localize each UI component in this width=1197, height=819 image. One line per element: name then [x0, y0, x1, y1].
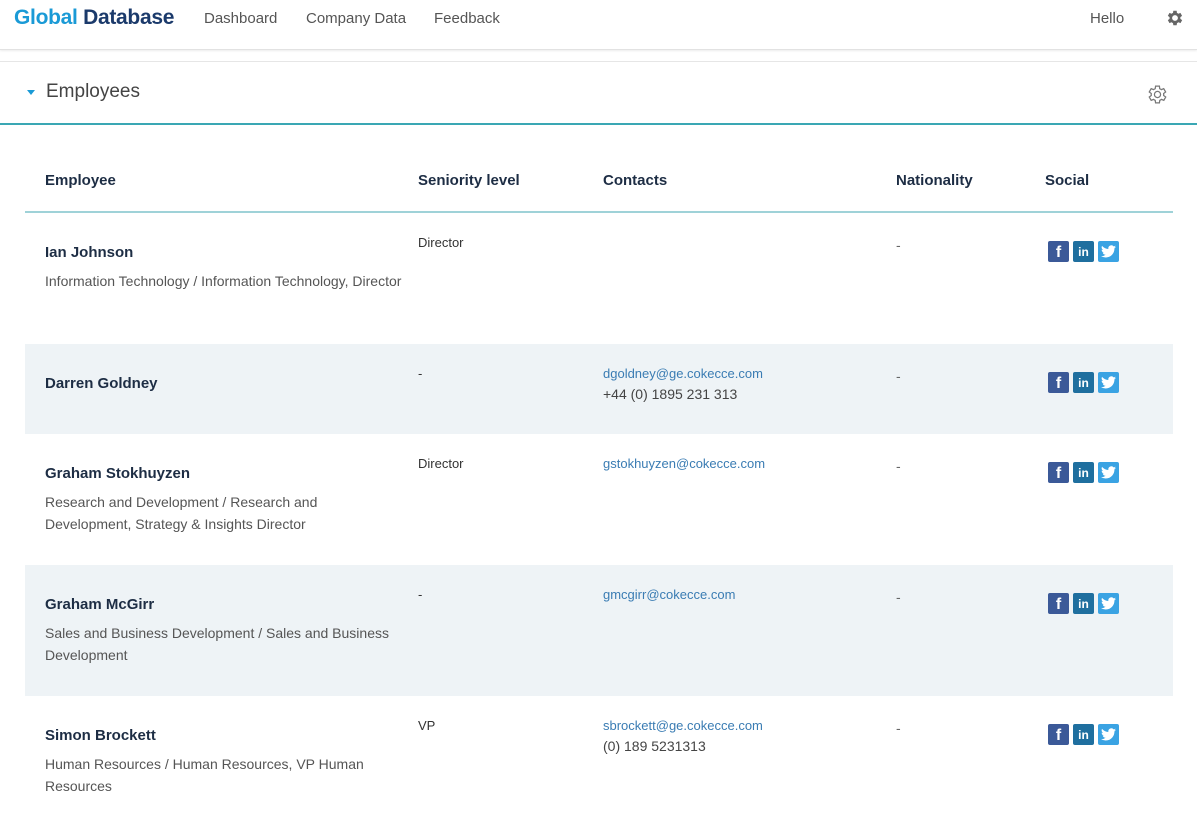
table-row: Ian Johnson Information Technology / Inf…	[25, 213, 1173, 344]
employee-department: Information Technology / Information Tec…	[45, 273, 402, 289]
seniority-level: -	[418, 366, 423, 381]
table-row: Simon Brockett Human Resources / Human R…	[25, 696, 1173, 819]
facebook-icon[interactable]: f	[1048, 241, 1069, 262]
logo-part-database: Database	[83, 6, 175, 29]
facebook-icon[interactable]: f	[1048, 462, 1069, 483]
linkedin-icon[interactable]: in	[1073, 724, 1094, 745]
facebook-icon[interactable]: f	[1048, 593, 1069, 614]
table-row: Darren Goldney - dgoldney@ge.cokecce.com…	[25, 344, 1173, 434]
social-links: f in	[1048, 372, 1119, 393]
seniority-level: -	[418, 587, 423, 602]
employee-name[interactable]: Graham Stokhuyzen	[45, 465, 190, 482]
nationality: -	[896, 237, 901, 253]
employee-name[interactable]: Graham McGirr	[45, 596, 154, 613]
header-nationality[interactable]: Nationality	[896, 172, 973, 189]
header-employee[interactable]: Employee	[45, 172, 116, 189]
twitter-icon[interactable]	[1098, 724, 1119, 745]
linkedin-icon[interactable]: in	[1073, 241, 1094, 262]
employee-name[interactable]: Ian Johnson	[45, 244, 133, 261]
facebook-icon[interactable]: f	[1048, 724, 1069, 745]
top-navbar: Global Database Dashboard Company Data F…	[0, 0, 1197, 50]
employee-department: Human Resources / Human Resources, VP Hu…	[45, 756, 364, 794]
social-links: f in	[1048, 724, 1119, 745]
social-links: f in	[1048, 241, 1119, 262]
twitter-icon[interactable]	[1098, 372, 1119, 393]
header-contacts[interactable]: Contacts	[603, 172, 667, 189]
employee-name[interactable]: Simon Brockett	[45, 727, 156, 744]
employees-table: Employee Seniority level Contacts Nation…	[25, 140, 1173, 819]
nationality: -	[896, 720, 901, 736]
section-title: Employees	[46, 81, 140, 102]
table-row: Graham McGirr Sales and Business Develop…	[25, 565, 1173, 696]
header-social[interactable]: Social	[1045, 172, 1089, 189]
app-logo[interactable]: Global Database	[14, 6, 174, 30]
employee-department: Sales and Business Development / Sales a…	[45, 625, 389, 663]
employee-email-link[interactable]: dgoldney@ge.cokecce.com	[603, 366, 763, 381]
linkedin-icon[interactable]: in	[1073, 372, 1094, 393]
employee-phone: (0) 189 5231313	[603, 738, 706, 754]
employee-phone: +44 (0) 1895 231 313	[603, 386, 738, 402]
gear-icon[interactable]	[1165, 8, 1185, 28]
employees-section-header: Employees	[0, 61, 1197, 125]
linkedin-icon[interactable]: in	[1073, 462, 1094, 483]
nav-feedback[interactable]: Feedback	[434, 10, 500, 27]
employee-name[interactable]: Darren Goldney	[45, 375, 158, 392]
nav-company-data[interactable]: Company Data	[306, 10, 406, 27]
nav-dashboard[interactable]: Dashboard	[204, 10, 277, 27]
seniority-level: Director	[418, 235, 464, 250]
linkedin-icon[interactable]: in	[1073, 593, 1094, 614]
employee-department: Research and Development / Research and …	[45, 494, 318, 532]
user-greeting[interactable]: Hello	[1090, 10, 1124, 27]
table-row: Graham Stokhuyzen Research and Developme…	[25, 434, 1173, 565]
social-links: f in	[1048, 593, 1119, 614]
employee-email-link[interactable]: gstokhuyzen@cokecce.com	[603, 456, 765, 471]
twitter-icon[interactable]	[1098, 593, 1119, 614]
collapse-caret-icon[interactable]	[27, 90, 35, 95]
facebook-icon[interactable]: f	[1048, 372, 1069, 393]
nationality: -	[896, 589, 901, 605]
twitter-icon[interactable]	[1098, 462, 1119, 483]
header-seniority[interactable]: Seniority level	[418, 172, 520, 189]
seniority-level: Director	[418, 456, 464, 471]
twitter-icon[interactable]	[1098, 241, 1119, 262]
employee-email-link[interactable]: sbrockett@ge.cokecce.com	[603, 718, 763, 733]
social-links: f in	[1048, 462, 1119, 483]
employee-email-link[interactable]: gmcgirr@cokecce.com	[603, 587, 735, 602]
section-settings-gear-icon[interactable]	[1146, 83, 1169, 106]
nationality: -	[896, 368, 901, 384]
logo-part-global: Global	[14, 6, 78, 29]
table-header: Employee Seniority level Contacts Nation…	[25, 140, 1173, 213]
seniority-level: VP	[418, 718, 436, 733]
nationality: -	[896, 458, 901, 474]
